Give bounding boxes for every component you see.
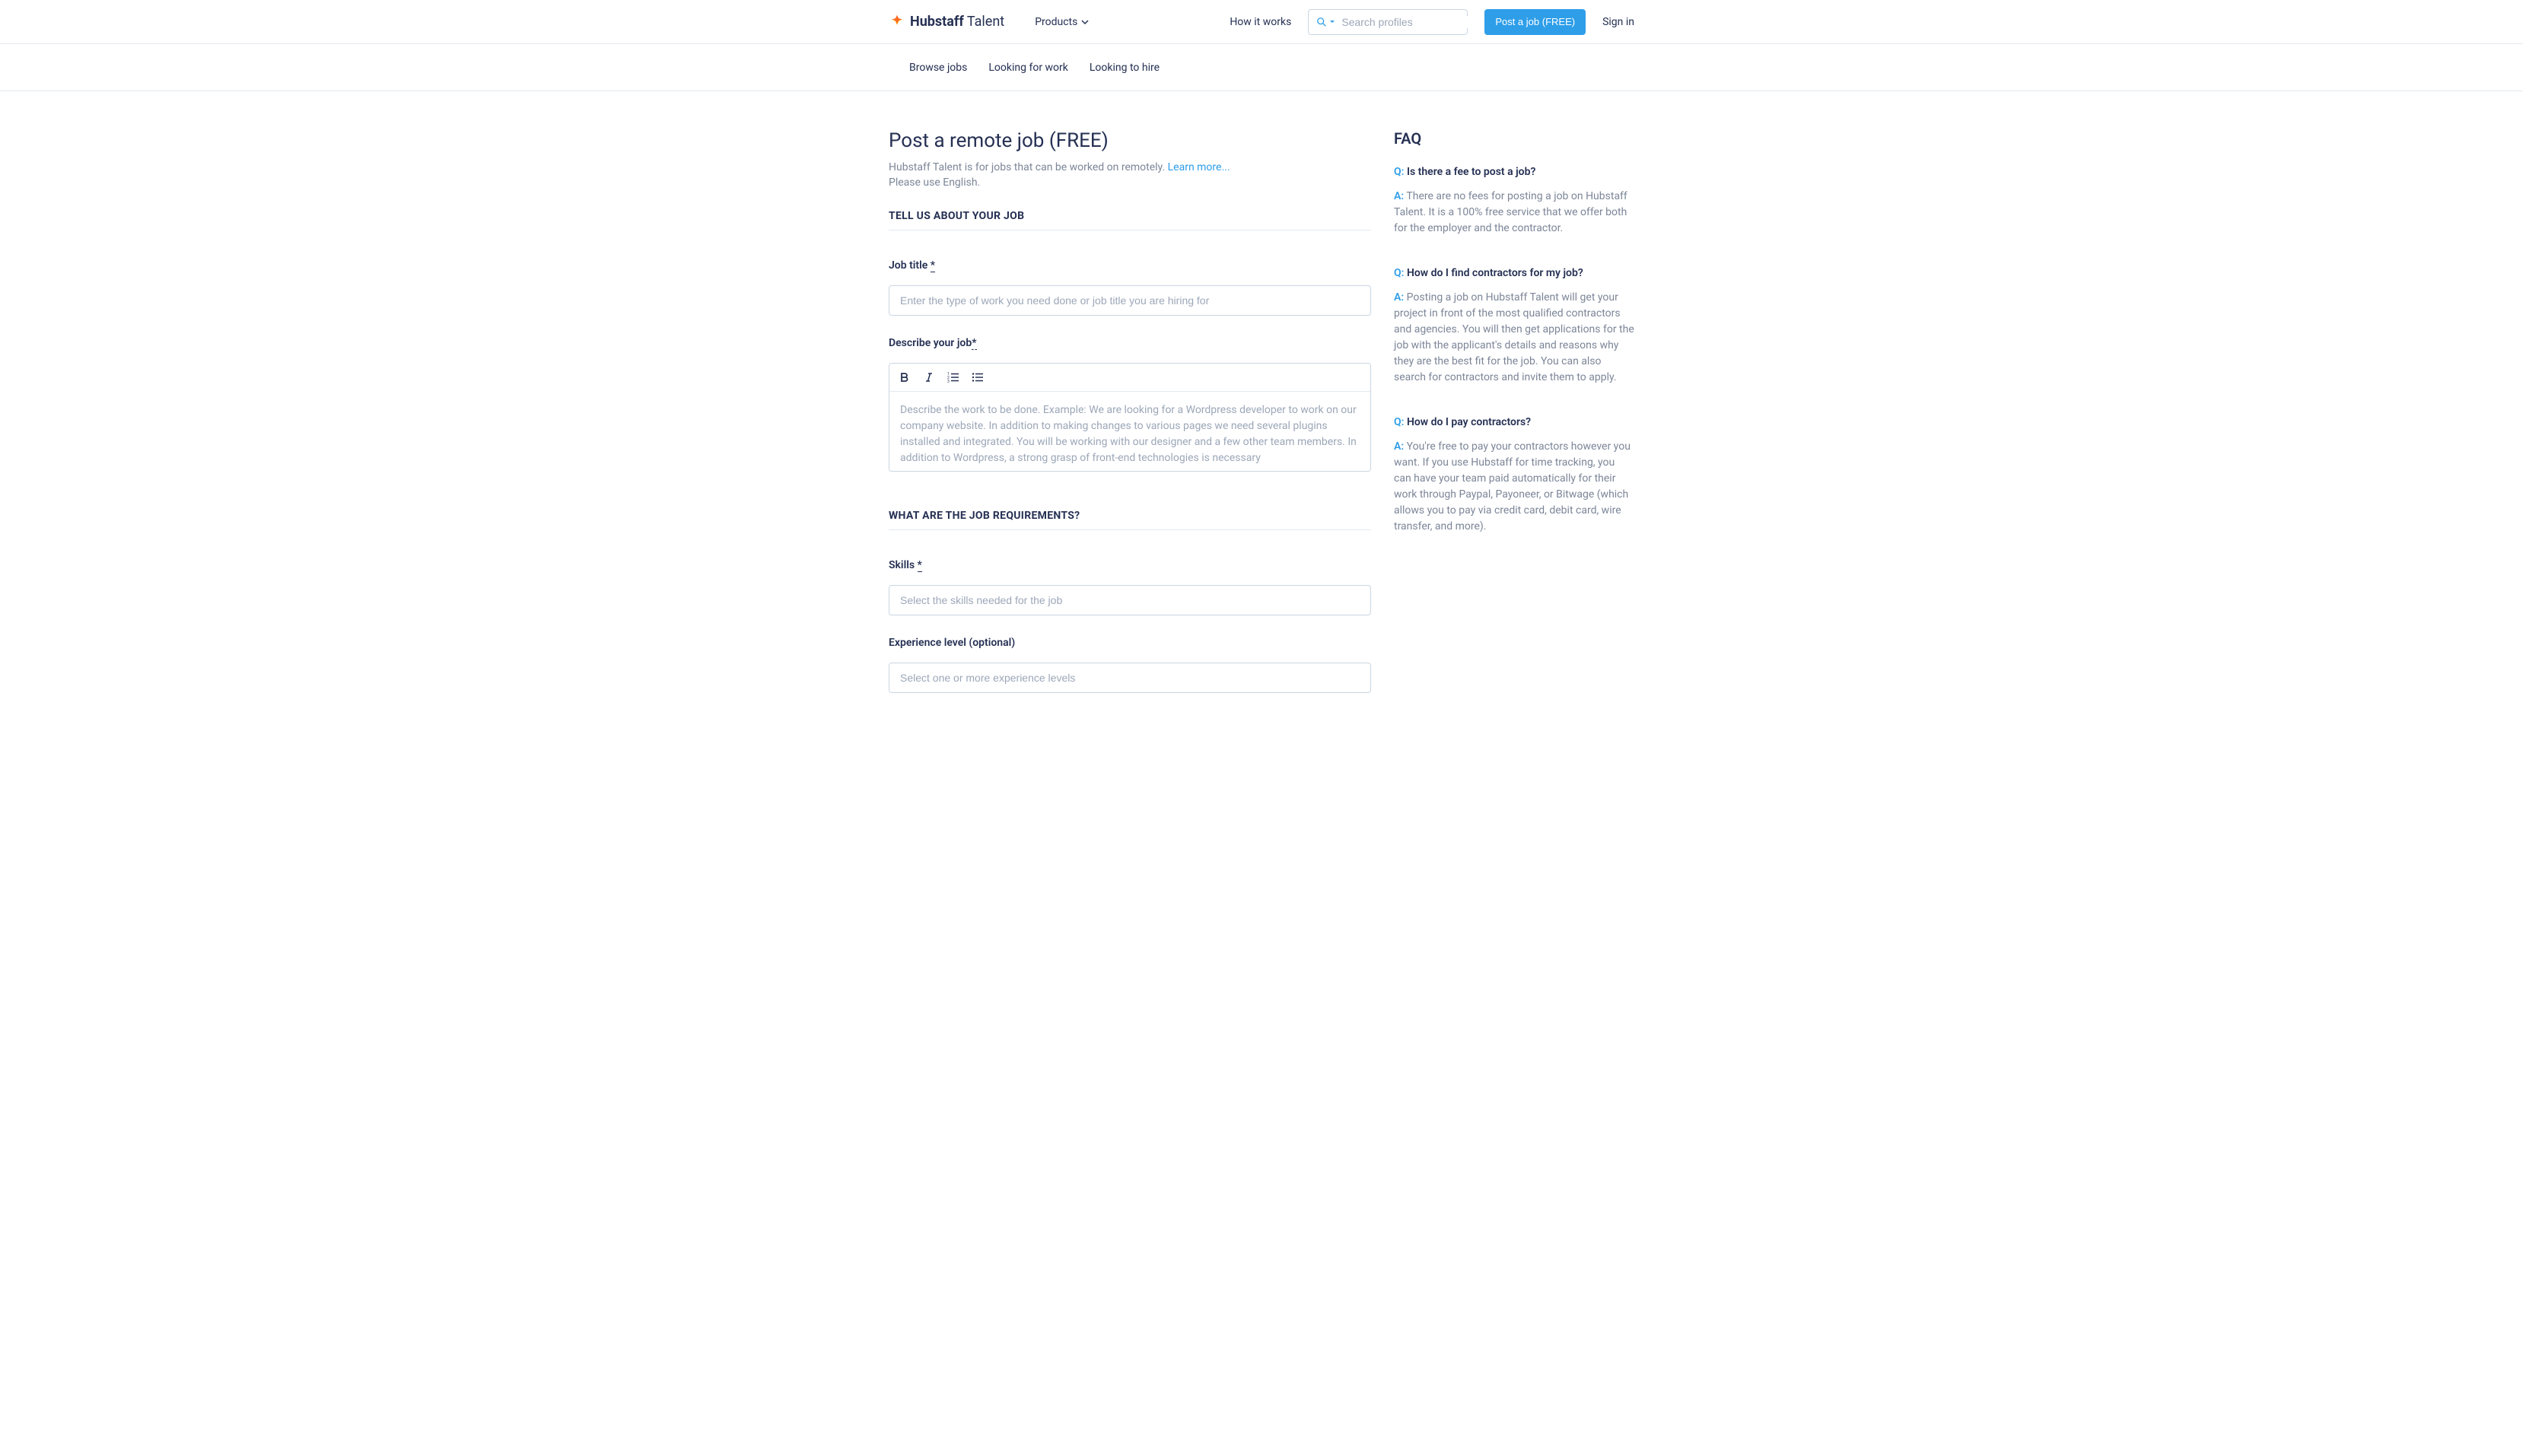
describe-job-label: Describe your job* (889, 337, 1371, 349)
faq-a-text: There are no fees for posting a job on H… (1394, 190, 1627, 234)
page-title: Post a remote job (FREE) (889, 129, 1371, 152)
page-subtitle: Hubstaff Talent is for jobs that can be … (889, 161, 1371, 173)
experience-label: Experience level (optional) (889, 637, 1371, 649)
faq-a-text: You're free to pay your contractors howe… (1394, 440, 1631, 532)
faq-q-text: How do I pay contractors? (1407, 416, 1531, 428)
editor-toolbar: 1 2 3 (889, 364, 1370, 392)
products-dropdown[interactable]: Products (1035, 16, 1089, 28)
unordered-list-button[interactable] (970, 370, 985, 385)
svg-text:3: 3 (947, 380, 950, 383)
ordered-list-button[interactable]: 1 2 3 (946, 370, 961, 385)
form-section: Post a remote job (FREE) Hubstaff Talent… (889, 129, 1371, 714)
sign-in-link[interactable]: Sign in (1602, 16, 1634, 28)
chevron-down-icon (1081, 18, 1089, 26)
faq-title: FAQ (1394, 129, 1634, 148)
italic-icon (924, 372, 934, 383)
ordered-list-icon: 1 2 3 (947, 372, 959, 383)
skills-label: Skills * (889, 559, 1371, 571)
how-it-works-link[interactable]: How it works (1230, 16, 1291, 28)
hubstaff-logo-icon (889, 14, 905, 30)
products-label: Products (1035, 16, 1077, 28)
logo[interactable]: Hubstaff Talent (889, 14, 1004, 30)
faq-section: FAQ Q: Is there a fee to post a job? A: … (1394, 129, 1634, 714)
search-box[interactable] (1308, 9, 1468, 35)
faq-q-label: Q: (1394, 267, 1404, 279)
search-caret-icon (1329, 19, 1335, 25)
experience-input[interactable] (889, 663, 1371, 693)
faq-q-text: How do I find contractors for my job? (1407, 267, 1583, 279)
faq-a-label: A: (1394, 291, 1404, 304)
logo-text-bold: Hubstaff (910, 14, 964, 30)
faq-a-label: A: (1394, 190, 1404, 202)
describe-job-textarea[interactable] (889, 392, 1370, 468)
section-about-job-header: TELL US ABOUT YOUR JOB (889, 210, 1371, 230)
faq-item: Q: How do I find contractors for my job?… (1394, 267, 1634, 386)
faq-a-text: Posting a job on Hubstaff Talent will ge… (1394, 291, 1634, 383)
job-title-label: Job title * (889, 259, 1371, 272)
skills-input[interactable] (889, 585, 1371, 615)
section-requirements-header: WHAT ARE THE JOB REQUIREMENTS? (889, 510, 1371, 530)
editor-wrapper: 1 2 3 (889, 363, 1371, 472)
sub-header: Browse jobs Looking for work Looking to … (0, 44, 2523, 91)
job-title-input[interactable] (889, 285, 1371, 316)
learn-more-link[interactable]: Learn more... (1168, 161, 1230, 173)
looking-for-work-link[interactable]: Looking for work (988, 62, 1068, 74)
faq-q-label: Q: (1394, 416, 1404, 428)
bold-icon (899, 372, 910, 383)
looking-to-hire-link[interactable]: Looking to hire (1090, 62, 1160, 74)
logo-text-normal: Talent (964, 14, 1004, 30)
page-subtitle2: Please use English. (889, 176, 1371, 189)
bold-button[interactable] (897, 370, 912, 385)
top-header: Hubstaff Talent Products How it works (0, 0, 2523, 44)
unordered-list-icon (972, 372, 984, 383)
faq-a-label: A: (1394, 440, 1404, 453)
italic-button[interactable] (921, 370, 937, 385)
faq-item: Q: Is there a fee to post a job? A: Ther… (1394, 166, 1634, 237)
faq-q-text: Is there a fee to post a job? (1407, 166, 1535, 178)
search-input[interactable] (1341, 16, 1479, 28)
faq-q-label: Q: (1394, 166, 1404, 178)
search-icon (1316, 17, 1327, 27)
faq-item: Q: How do I pay contractors? A: You're f… (1394, 416, 1634, 535)
post-job-button[interactable]: Post a job (FREE) (1484, 9, 1586, 35)
browse-jobs-link[interactable]: Browse jobs (909, 62, 967, 74)
